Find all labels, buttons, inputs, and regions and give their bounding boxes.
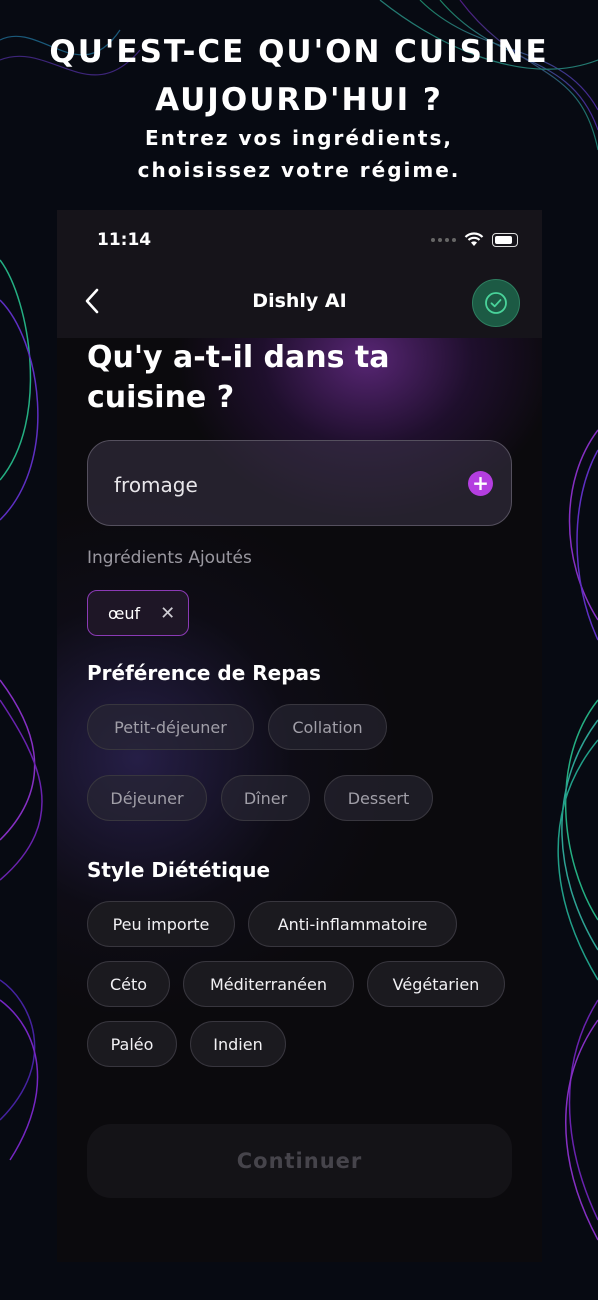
status-time: 11:14 — [97, 230, 152, 250]
diet-chip-mediterraneen[interactable]: Méditerranéen — [183, 961, 354, 1007]
meal-chip-dessert[interactable]: Dessert — [324, 775, 433, 821]
meal-chip-collation[interactable]: Collation — [268, 704, 387, 750]
promo-headline-line1: QU'EST-CE QU'ON CUISINE — [49, 34, 549, 70]
diet-chip-vegetarien[interactable]: Végétarien — [367, 961, 505, 1007]
battery-icon — [492, 232, 518, 247]
check-circle-icon — [485, 292, 507, 314]
diet-chip-paleo[interactable]: Paléo — [87, 1021, 177, 1067]
diet-chip-peu-importe[interactable]: Peu importe — [87, 901, 235, 947]
promo-subheadline: Entrez vos ingrédients, choisissez votre… — [0, 122, 598, 186]
added-ingredient-chip: œuf ✕ — [87, 590, 189, 636]
continue-button[interactable]: Continuer — [87, 1124, 512, 1198]
added-ingredient-label: œuf — [108, 603, 141, 623]
promo-sub-line1: Entrez vos ingrédients, — [144, 126, 453, 150]
ingredient-input[interactable] — [112, 469, 436, 501]
page-title-line2: cuisine ? — [87, 380, 235, 415]
diet-chip-indien[interactable]: Indien — [190, 1021, 286, 1067]
page-title: Qu'y a-t-il dans ta cuisine ? — [87, 338, 512, 418]
meal-chip-dejeuner[interactable]: Déjeuner — [87, 775, 207, 821]
status-icons — [431, 232, 518, 247]
phone-screen: 11:14 Dishly AI Qu'y a-t-il dans ta cuis… — [57, 210, 542, 1262]
diet-chip-anti-inflammatoire[interactable]: Anti-inflammatoire — [248, 901, 457, 947]
main-content: Qu'y a-t-il dans ta cuisine ? + Ingrédie… — [87, 338, 512, 1067]
diet-chip-ceto[interactable]: Céto — [87, 961, 170, 1007]
plus-icon: + — [472, 471, 489, 495]
meal-preference-title: Préférence de Repas — [87, 661, 321, 685]
ingredient-input-box: + — [87, 440, 512, 526]
meal-chip-petit-dejeuner[interactable]: Petit-déjeuner — [87, 704, 254, 750]
promo-headline-line2: AUJOURD'HUI ? — [155, 82, 443, 118]
promo-headline: QU'EST-CE QU'ON CUISINE AUJOURD'HUI ? — [0, 28, 598, 124]
confirm-button[interactable] — [472, 279, 520, 327]
added-ingredients-label: Ingrédients Ajoutés — [87, 548, 252, 568]
meal-chip-diner[interactable]: Dîner — [221, 775, 310, 821]
nav-title: Dishly AI — [252, 290, 347, 312]
diet-style-title: Style Diététique — [87, 858, 271, 882]
wifi-icon — [464, 232, 484, 246]
page-title-line1: Qu'y a-t-il dans ta — [87, 340, 390, 375]
promo-sub-line2: choisissez votre régime. — [137, 158, 461, 182]
signal-icon — [431, 237, 456, 242]
remove-ingredient-icon[interactable]: ✕ — [160, 603, 175, 624]
add-ingredient-button[interactable]: + — [468, 471, 493, 496]
